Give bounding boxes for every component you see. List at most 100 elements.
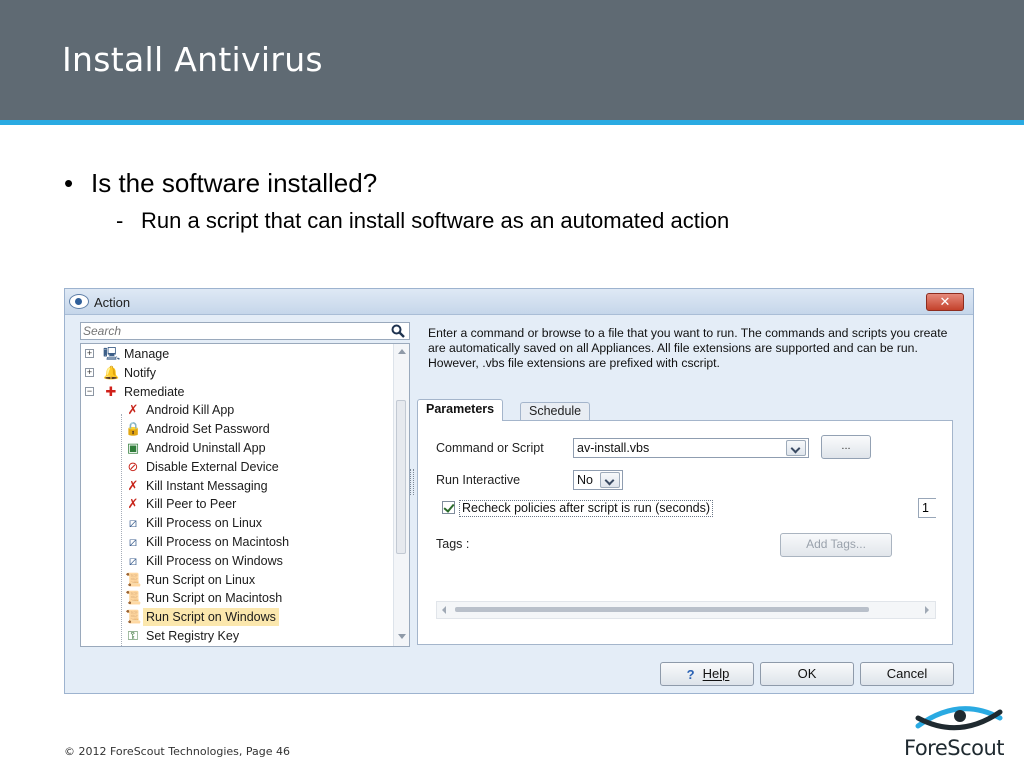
bullet-dash: - xyxy=(116,208,124,233)
tree-item[interactable]: ⧄ Kill Process on Macintosh xyxy=(109,533,292,551)
tree-item-label: Android Set Password xyxy=(146,422,270,437)
tree-item-label: Run Script on Macintosh xyxy=(146,591,283,606)
forescout-eye-icon xyxy=(69,294,89,309)
notify-bell-icon: 🔔 xyxy=(103,364,120,380)
tree-item[interactable]: + 🔔 Notify xyxy=(85,364,159,382)
tree-item-label: Kill Peer to Peer xyxy=(146,497,237,512)
registry-key-icon: ⚿ xyxy=(128,628,138,643)
action-dialog: Action ✕ + 🖳Manage + 🔔 Notify − ✚ Remediate ✗ And… xyxy=(64,288,974,694)
kill-process-icon: ⧄ xyxy=(128,534,138,549)
dialog-titlebar: Action ✕ xyxy=(65,289,973,315)
forescout-logo-icon xyxy=(915,706,1003,731)
search-input[interactable] xyxy=(81,323,381,339)
run-script-icon: 📜 xyxy=(125,590,142,606)
recheck-seconds-input[interactable]: 1 xyxy=(918,498,936,518)
tree-item-label: Android Uninstall App xyxy=(146,441,266,455)
kill-process-icon: ⧄ xyxy=(128,515,138,531)
tree-item[interactable]: ⧄ Kill Process on Linux xyxy=(109,514,265,532)
tree-item[interactable]: − ✚ Remediate xyxy=(85,383,187,401)
help-question-icon: ? xyxy=(686,667,695,682)
tree-item[interactable]: ⧄ Kill Process on Windows xyxy=(109,552,286,570)
tags-label: Tags : xyxy=(436,537,470,551)
tree-item-label: Android Kill App xyxy=(146,403,235,418)
add-tags-button[interactable]: Add Tags... xyxy=(780,533,892,557)
bullet-secondary: - Run a script that can install software … xyxy=(116,208,729,234)
tree-item[interactable]: 📜 Run Script on Linux xyxy=(109,571,258,589)
action-description: Enter a command or browse to a file that… xyxy=(428,326,948,370)
uninstall-app-icon: ▣ xyxy=(126,440,140,455)
tab-schedule[interactable]: Schedule xyxy=(520,402,591,421)
tree-item[interactable]: ⚿ Set Registry Key xyxy=(109,627,242,645)
slide-footer: © 2012 ForeScout Technologies, Page 46 xyxy=(64,745,291,758)
tree-item[interactable]: ✗ Kill Peer to Peer xyxy=(109,495,239,513)
tree-item-label: Kill Process on Linux xyxy=(146,516,263,531)
tree-item-label: Disable External Device xyxy=(146,459,279,474)
browse-button[interactable]: ... xyxy=(821,435,871,459)
tree-item[interactable]: + 🖳 Manage xyxy=(85,345,172,363)
tree-item[interactable]: 🔒 Android Set Password xyxy=(109,420,273,438)
tree-item[interactable]: 📜 Run Script on Macintosh xyxy=(109,589,285,607)
slide-header-accent-line xyxy=(0,120,1024,125)
tree-item-label: Set Registry Key xyxy=(146,629,240,643)
forescout-logo-text: ForeScout xyxy=(904,736,1005,760)
scroll-up-arrow-icon[interactable] xyxy=(398,349,406,354)
run-script-icon: 📜 xyxy=(125,571,142,587)
disable-device-icon: ⊘ xyxy=(127,458,139,474)
horizontal-scroll-thumb[interactable] xyxy=(455,607,869,612)
collapse-icon[interactable]: − xyxy=(85,386,94,396)
run-interactive-value: No xyxy=(577,473,593,487)
help-button-label: Help xyxy=(702,666,730,681)
recheck-label[interactable]: Recheck policies after script is run (se… xyxy=(459,500,714,517)
parameters-panel: Command or Script av-install.vbs ... Run… xyxy=(417,420,953,645)
tree-item[interactable]: ⊘ Disable External Device xyxy=(109,458,282,476)
expand-icon[interactable]: + xyxy=(85,367,94,377)
close-button[interactable]: ✕ xyxy=(926,293,964,311)
bullet-dot-icon: • xyxy=(64,168,74,198)
tab-parameters[interactable]: Parameters xyxy=(417,399,504,421)
interactive-dropdown-button[interactable] xyxy=(600,472,620,488)
kill-process-icon: ⧄ xyxy=(128,552,138,568)
tree-item-label: Run Script on Linux xyxy=(146,572,256,587)
manage-icon: 🖳 xyxy=(103,346,121,361)
tree-item-label: Kill Instant Messaging xyxy=(146,478,268,493)
command-dropdown-button[interactable] xyxy=(786,440,806,456)
ok-button[interactable]: OK xyxy=(760,662,854,686)
scroll-right-arrow-icon[interactable] xyxy=(925,606,929,614)
tree-item[interactable]: 📜 Run Script on Windows xyxy=(109,608,279,627)
tree-item[interactable]: ▣ Android Uninstall App xyxy=(109,439,269,457)
kill-app-icon: ✗ xyxy=(127,402,139,418)
tree-scrollbar[interactable] xyxy=(393,344,409,646)
tree-item-label: Remediate xyxy=(124,384,185,399)
tree-item-label: Manage xyxy=(124,347,170,361)
help-button[interactable]: ? Help xyxy=(660,662,754,686)
bullet-secondary-text: Run a script that can install software a… xyxy=(141,208,730,233)
tree-item-label: Run Script on Windows xyxy=(143,608,279,627)
set-password-icon: 🔒 xyxy=(125,421,142,437)
scroll-down-arrow-icon[interactable] xyxy=(398,634,406,639)
recheck-checkbox[interactable] xyxy=(442,501,455,514)
search-box[interactable] xyxy=(80,322,410,340)
action-tree[interactable]: + 🖳 Manage + 🔔 Notify − ✚ Remediate ✗ Android Kill… xyxy=(80,343,410,647)
dialog-title: Action xyxy=(94,295,131,310)
cancel-button[interactable]: Cancel xyxy=(860,662,954,686)
search-icon[interactable] xyxy=(391,324,405,338)
remediate-icon: ✚ xyxy=(105,383,117,399)
horizontal-scrollbar[interactable] xyxy=(436,601,936,619)
tree-item-label: Notify xyxy=(124,365,156,380)
command-script-combo[interactable]: av-install.vbs xyxy=(573,438,809,458)
tree-item[interactable]: ✗ Android Kill App xyxy=(109,401,237,419)
tree-item[interactable]: ✗ Kill Instant Messaging xyxy=(109,477,271,495)
tree-scroll-thumb[interactable] xyxy=(396,400,406,554)
command-script-value: av-install.vbs xyxy=(577,441,650,455)
command-script-label: Command or Script xyxy=(436,441,544,455)
chevron-down-icon xyxy=(790,443,801,454)
kill-p2p-icon: ✗ xyxy=(127,496,139,512)
panel-splitter-handle[interactable] xyxy=(410,469,414,495)
expand-icon[interactable]: + xyxy=(85,349,94,358)
chevron-down-icon xyxy=(604,475,615,486)
scroll-left-arrow-icon[interactable] xyxy=(442,606,446,614)
run-interactive-select[interactable]: No xyxy=(573,470,623,490)
bullet-primary-text: Is the software installed? xyxy=(91,168,378,198)
run-script-icon: 📜 xyxy=(125,609,142,625)
kill-im-icon: ✗ xyxy=(127,477,139,493)
